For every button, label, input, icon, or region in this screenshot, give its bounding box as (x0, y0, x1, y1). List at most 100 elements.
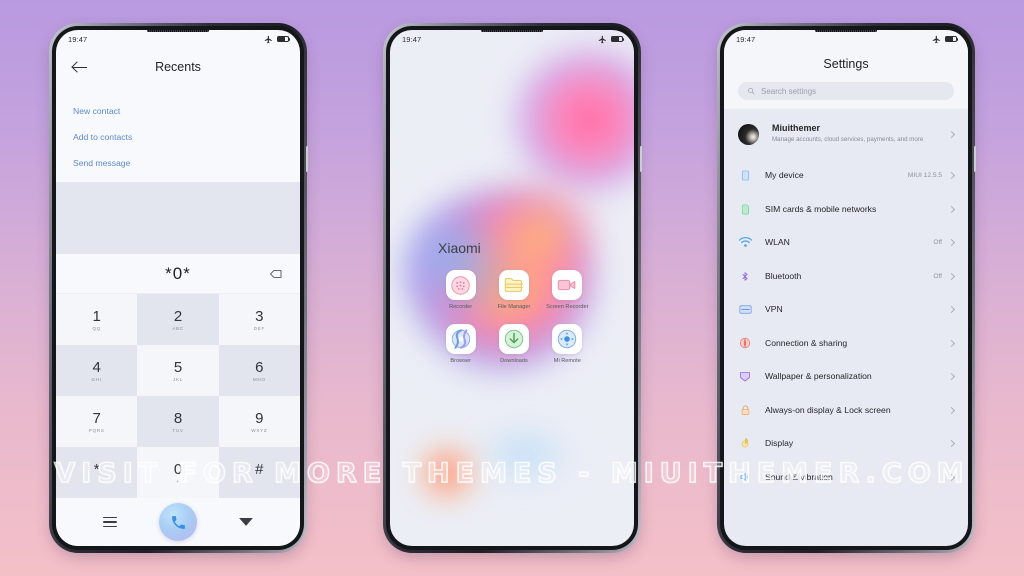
app-browser[interactable]: Browser (434, 324, 487, 364)
dialpad-key-7[interactable]: 7 PQRS (56, 396, 138, 447)
dialer-bottom-bar (56, 498, 300, 546)
menu-icon[interactable] (103, 517, 117, 527)
link-send-message[interactable]: Send message (56, 150, 300, 176)
side-button[interactable] (640, 146, 642, 172)
app-file-manager[interactable]: File Manager (487, 270, 540, 310)
settings-row-sound-vibration[interactable]: Sound & vibration (724, 461, 968, 495)
settings-label: SIM cards & mobile networks (765, 203, 877, 214)
dialer-screen: 19:47 Recents New contact Add to contact… (56, 30, 300, 546)
dialpad-key-3[interactable]: 3 DEF (218, 294, 300, 345)
account-subtitle: Manage accounts, cloud services, payment… (772, 136, 924, 144)
wifi-icon (738, 236, 752, 250)
settings-row-wlan[interactable]: WLAN Off (724, 226, 968, 260)
settings-label: Always-on display & Lock screen (765, 404, 891, 415)
key-letters: WXYZ (251, 427, 268, 433)
dialpad-key-6[interactable]: 6 MNO (218, 345, 300, 396)
airplane-icon (264, 35, 272, 43)
dialpad-key-9[interactable]: 9 WXYZ (218, 396, 300, 447)
key-digit: 0 (173, 460, 183, 478)
side-button[interactable] (306, 146, 308, 172)
key-letters: MNO (252, 376, 266, 382)
key-digit: 3 (255, 307, 264, 325)
key-digit: # (255, 460, 264, 478)
settings-row-wallpaper[interactable]: Wallpaper & personalization (724, 360, 968, 394)
page-title: Recents (155, 60, 201, 74)
settings-screen: 19:47 Settings Search settings Miuitheme… (724, 30, 968, 546)
chevron-right-icon (947, 440, 956, 448)
status-bar: 19:47 (56, 30, 300, 48)
phone-device-home: 19:47 Xiaomi Recorder File Manager Scree… (383, 23, 642, 553)
key-digit: 2 (173, 307, 183, 325)
status-bar: 19:47 (390, 30, 634, 48)
key-letters: TUV (172, 427, 184, 433)
app-mi-remote[interactable]: Mi Remote (541, 324, 594, 364)
chevron-right-icon (947, 339, 956, 347)
chevron-down-icon[interactable] (239, 518, 253, 526)
key-letters: JKL (172, 376, 183, 382)
key-letters: ABC (172, 325, 184, 331)
file-manager-icon (498, 270, 529, 300)
side-button[interactable] (974, 146, 976, 172)
settings-row-my-device[interactable]: My device MIUI 12.5.5 (724, 159, 968, 193)
settings-row-always-on-display[interactable]: Always-on display & Lock screen (724, 394, 968, 428)
status-bar: 19:47 (724, 30, 968, 48)
dialpad-key-5[interactable]: 5 JKL (137, 345, 219, 396)
chevron-right-icon (947, 172, 956, 180)
key-digit: * (93, 460, 100, 478)
dialpad-key-2[interactable]: 2 ABC (137, 294, 219, 345)
recorder-icon (445, 270, 476, 300)
chevron-right-icon (947, 239, 956, 247)
settings-label: WLAN (765, 237, 790, 248)
settings-value: Off (933, 272, 942, 280)
dialpad-key-0[interactable]: 0 + (137, 447, 219, 498)
settings-row-bluetooth[interactable]: Bluetooth Off (724, 260, 968, 294)
vpn-icon (738, 303, 752, 317)
chevron-right-icon (947, 272, 956, 280)
dial-input-row[interactable]: *0* (56, 254, 300, 294)
backspace-icon[interactable] (270, 269, 282, 279)
speaker-grille-icon (147, 30, 209, 32)
settings-label: VPN (765, 304, 783, 315)
key-digit: 8 (173, 409, 183, 427)
link-add-to-contacts[interactable]: Add to contacts (56, 124, 300, 150)
search-icon (748, 88, 755, 95)
dialpad-key-hash[interactable]: # (218, 447, 300, 498)
search-input[interactable]: Search settings (738, 82, 954, 100)
airplane-icon (598, 35, 606, 43)
battery-icon (611, 35, 625, 43)
dialpad-key-8[interactable]: 8 TUV (137, 396, 219, 447)
sound-icon (738, 470, 752, 484)
settings-label: My device (765, 170, 804, 181)
status-time: 19:47 (402, 34, 422, 44)
dialpad-key-1[interactable]: 1 QQ (56, 294, 138, 345)
back-arrow-icon[interactable] (72, 59, 88, 75)
key-digit: 7 (92, 409, 101, 427)
settings-row-account[interactable]: Miuithemer Manage accounts, cloud servic… (724, 109, 968, 159)
app-label: File Manager (497, 303, 531, 310)
home-content: 19:47 Xiaomi Recorder File Manager Scree… (390, 30, 634, 546)
app-screen-recorder[interactable]: Screen Recorder (541, 270, 594, 310)
screen-recorder-icon (552, 270, 583, 300)
dialpad-key-star[interactable]: * (56, 447, 138, 498)
settings-row-connection-sharing[interactable]: Connection & sharing (724, 327, 968, 361)
app-grid: Recorder File Manager Screen Recorder Br… (434, 270, 594, 365)
settings-row-sim-cards[interactable]: SIM cards & mobile networks (724, 193, 968, 227)
avatar (738, 123, 759, 145)
settings-row-display[interactable]: Display (724, 427, 968, 461)
app-label: Screen Recorder (546, 303, 589, 310)
dialpad[interactable]: 1 QQ 2 ABC 3 DEF 4 GHI 5 JKL 6 MNO 7 PQRS 8 TUV … (56, 294, 300, 498)
phone-device-settings: 19:47 Settings Search settings Miuitheme… (717, 23, 976, 553)
call-button[interactable] (159, 503, 197, 541)
link-new-contact[interactable]: New contact (56, 98, 300, 124)
app-recorder[interactable]: Recorder (434, 270, 487, 310)
page-title: Settings (823, 57, 869, 71)
battery-icon (945, 35, 959, 43)
brightness-icon (738, 437, 752, 451)
dialpad-key-4[interactable]: 4 GHI (56, 345, 138, 396)
app-downloads[interactable]: Downloads (487, 324, 540, 364)
lock-icon (738, 403, 752, 417)
account-name: Miuithemer (772, 123, 821, 134)
settings-row-vpn[interactable]: VPN (724, 293, 968, 327)
downloads-icon (498, 324, 529, 355)
chevron-right-icon (947, 130, 956, 138)
